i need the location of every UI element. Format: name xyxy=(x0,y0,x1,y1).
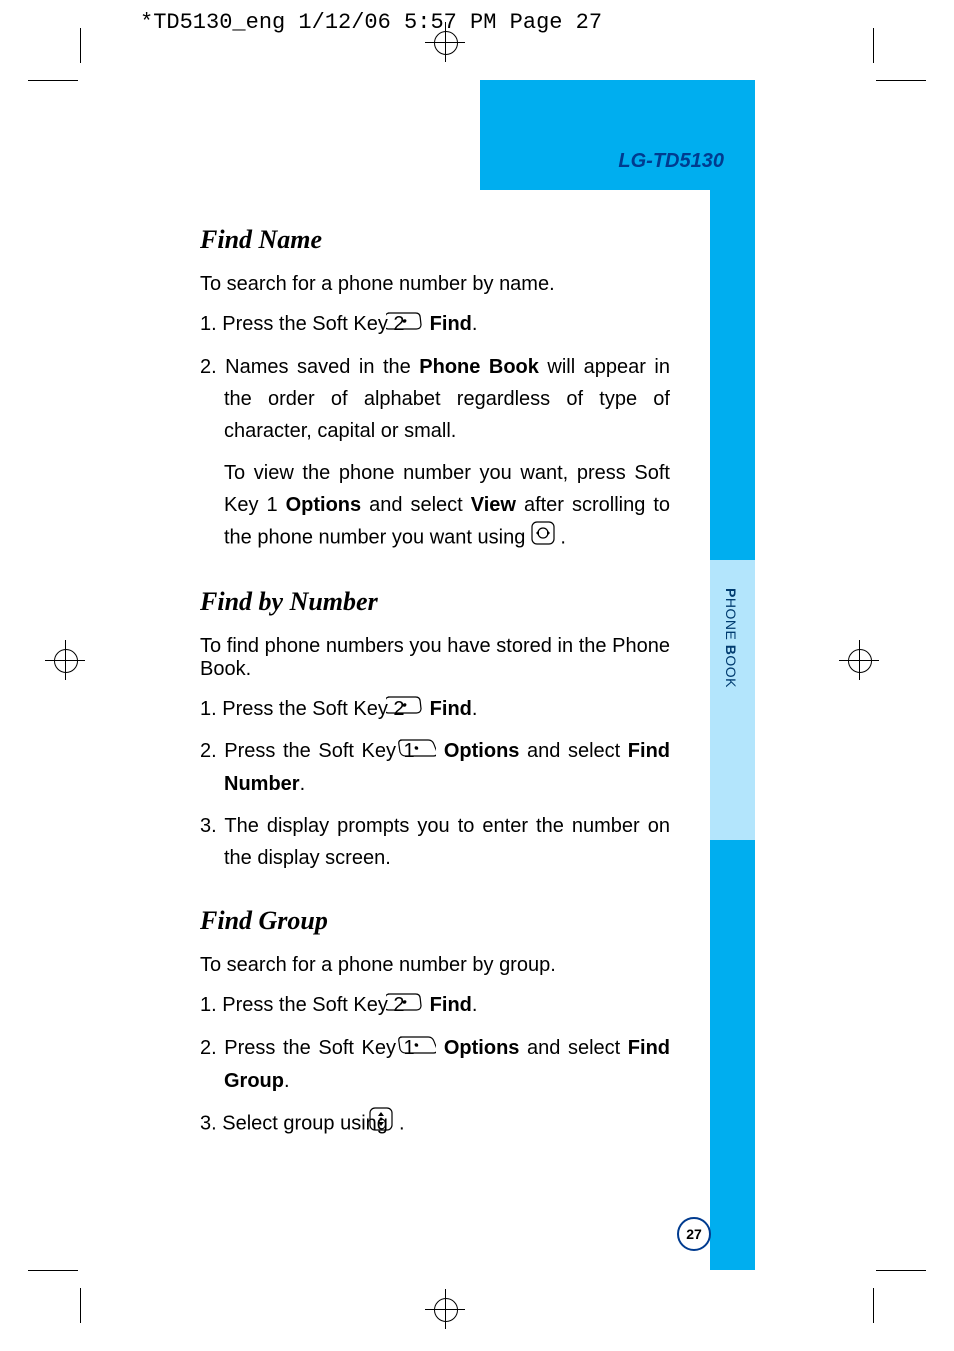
section-intro: To search for a phone number by group. xyxy=(200,954,670,977)
section-find-name: Find Name To search for a phone number b… xyxy=(200,225,670,555)
step-text: 2. Names saved in the xyxy=(200,356,419,378)
section-intro: To find phone numbers you have stored in… xyxy=(200,635,670,681)
step-bold: Find xyxy=(430,994,472,1016)
nav-lr-icon xyxy=(531,521,555,555)
crop-mark xyxy=(28,80,78,81)
step: 3. Select group using . xyxy=(200,1107,670,1141)
crop-mark xyxy=(873,1288,874,1323)
step-text: and select xyxy=(361,494,471,516)
header-blue-block xyxy=(480,80,755,190)
step: 1. Press the Soft Key 2 Find. xyxy=(200,693,670,726)
crop-mark xyxy=(876,80,926,81)
step-text: . xyxy=(472,313,478,335)
step-text: 2. Press the Soft Key 1 xyxy=(200,740,422,762)
step-bold: View xyxy=(471,494,516,516)
step-text: . xyxy=(284,1070,290,1092)
registration-mark xyxy=(45,640,85,680)
step-text: 3. Select group using xyxy=(200,1112,393,1134)
step-text: 1. Press the Soft Key 2 xyxy=(200,994,410,1016)
crop-mark xyxy=(80,1288,81,1323)
page-content: Find Name To search for a phone number b… xyxy=(200,225,670,1173)
step-text: . xyxy=(393,1112,404,1134)
step-bold: Options xyxy=(444,1037,520,1059)
section-find-by-number: Find by Number To find phone numbers you… xyxy=(200,587,670,874)
step-bold: Options xyxy=(444,740,520,762)
section-title: Find Group xyxy=(200,906,670,936)
step-text: 1. Press the Soft Key 2 xyxy=(200,698,410,720)
model-label: LG-TD5130 xyxy=(618,150,724,173)
step-bold: Find xyxy=(430,313,472,335)
crop-mark xyxy=(28,1270,78,1271)
step-text: . xyxy=(472,994,478,1016)
step-bold: Options xyxy=(286,494,362,516)
step-text: 3. The display prompts you to enter the … xyxy=(200,815,670,869)
softkey-right-icon xyxy=(410,693,424,725)
step: 2. Names saved in the Phone Book will ap… xyxy=(200,351,670,447)
step-text: . xyxy=(555,526,566,548)
registration-mark xyxy=(425,1289,465,1329)
softkey-right-icon xyxy=(410,990,424,1022)
step-text: and select xyxy=(519,740,627,762)
step: 3. The display prompts you to enter the … xyxy=(200,810,670,874)
section-intro: To search for a phone number by name. xyxy=(200,273,670,296)
step-note: To view the phone number you want, press… xyxy=(200,457,670,555)
registration-mark xyxy=(425,22,465,62)
step-text: 1. Press the Soft Key 2 xyxy=(200,313,410,335)
step-text: and select xyxy=(519,1037,627,1059)
step: 2. Press the Soft Key 1 Options and sele… xyxy=(200,735,670,800)
section-tab-label: PHONE BOOK xyxy=(723,588,739,688)
step: 1. Press the Soft Key 2 Find. xyxy=(200,308,670,341)
section-title: Find Name xyxy=(200,225,670,255)
step-bold: Find xyxy=(430,698,472,720)
step-text: . xyxy=(300,773,306,795)
step: 1. Press the Soft Key 2 Find. xyxy=(200,989,670,1022)
crop-mark xyxy=(876,1270,926,1271)
softkey-left-icon xyxy=(422,736,436,768)
step: 2. Press the Soft Key 1 Options and sele… xyxy=(200,1032,670,1097)
print-header: *TD5130_eng 1/12/06 5:57 PM Page 27 xyxy=(140,10,602,35)
crop-mark xyxy=(80,28,81,63)
section-find-group: Find Group To search for a phone number … xyxy=(200,906,670,1140)
softkey-right-icon xyxy=(410,309,424,341)
step-text: . xyxy=(472,698,478,720)
page-number: 27 xyxy=(677,1217,711,1251)
step-bold: Phone Book xyxy=(419,356,539,378)
softkey-left-icon xyxy=(422,1033,436,1065)
crop-mark xyxy=(873,28,874,63)
step-text: 2. Press the Soft Key 1 xyxy=(200,1037,422,1059)
registration-mark xyxy=(839,640,879,680)
section-title: Find by Number xyxy=(200,587,670,617)
